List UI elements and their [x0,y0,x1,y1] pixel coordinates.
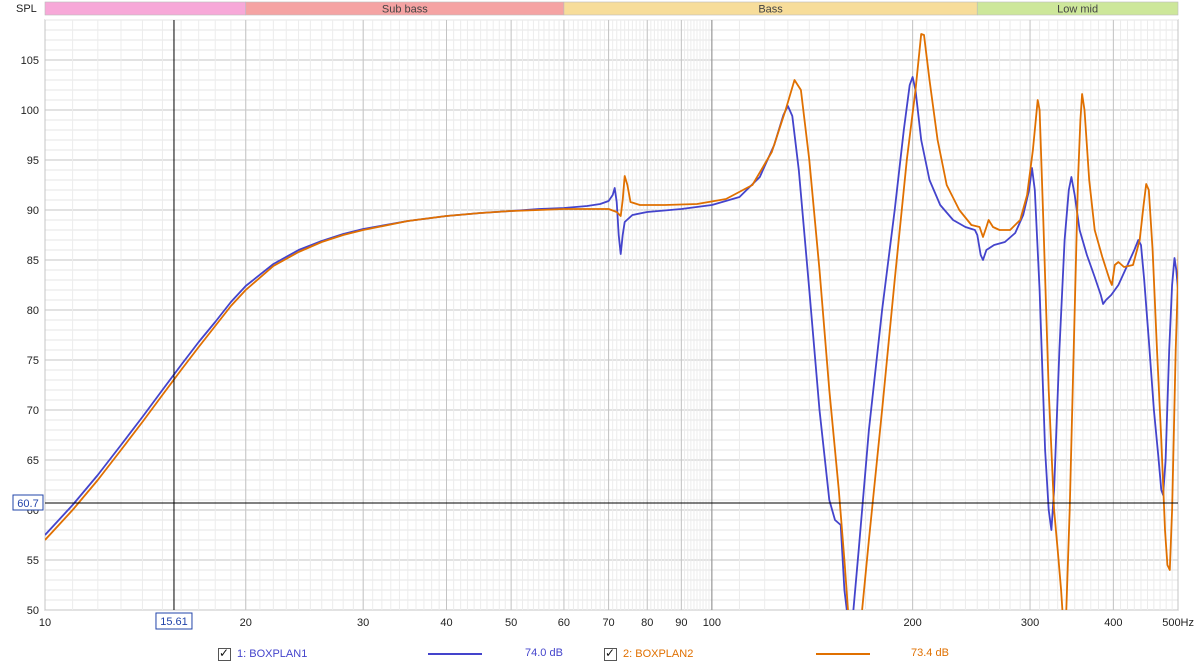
series-2-swatch [816,653,870,655]
x-tick-label: 40 [440,617,452,629]
y-axis: 50556065707580859095100105 [21,55,39,617]
x-tick-label: 500Hz [1162,617,1194,629]
band-label-2: Bass [758,4,783,16]
y-axis-label: SPL [16,3,37,15]
y-tick-label: 65 [27,455,39,467]
series-1-label: 1: BOXPLAN1 [237,648,308,660]
x-tick-label: 60 [558,617,570,629]
band-label-3: Low mid [1057,4,1098,16]
y-tick-label: 70 [27,405,39,417]
series-1-swatch [428,653,482,655]
y-tick-label: 75 [27,355,39,367]
y-tick-label: 50 [27,605,39,617]
series-2-checkbox[interactable] [604,646,617,661]
frequency-band-bar: Sub bass Bass Low mid [44,1,1179,16]
y-tick-label: 105 [21,55,39,67]
y-tick-label: 85 [27,255,39,267]
spl-chart[interactable]: Sub bass Bass Low mid 50 55 60 65 70 75 80 85 90 95… [0,0,1200,667]
y-tick-label: 90 [27,205,39,217]
y-tick-label: 80 [27,305,39,317]
band-label-1: Sub bass [382,4,428,16]
series-1-checkbox[interactable] [218,646,231,661]
series-1-readout: 74.0 dB [525,647,563,659]
x-tick-label: 10 [39,617,51,629]
x-tick-label: 50 [505,617,517,629]
x-axis: 10 20 30 40 50 60 70 80 90 100 200 300 400 500Hz [39,617,1194,629]
cursor-x-readout: 15.61 [160,616,188,628]
series-2-readout: 73.4 dB [911,647,949,659]
x-tick-label: 70 [602,617,614,629]
cursor-y-readout: 60.7 [17,498,38,510]
x-tick-label: 90 [675,617,687,629]
x-tick-label: 30 [357,617,369,629]
x-tick-label: 400 [1104,617,1122,629]
legend-item-2[interactable]: 2: BOXPLAN2 [604,645,693,663]
y-tick-label: 55 [27,555,39,567]
y-tick-label: 100 [21,105,39,117]
x-tick-label: 300 [1021,617,1039,629]
series-2-label: 2: BOXPLAN2 [623,648,694,660]
band-0 [44,1,247,16]
x-tick-label: 200 [903,617,921,629]
y-tick-label: 95 [27,155,39,167]
legend-item-1[interactable]: 1: BOXPLAN1 [218,645,307,663]
x-tick-label: 20 [240,617,252,629]
x-tick-label: 100 [703,617,721,629]
x-tick-label: 80 [641,617,653,629]
